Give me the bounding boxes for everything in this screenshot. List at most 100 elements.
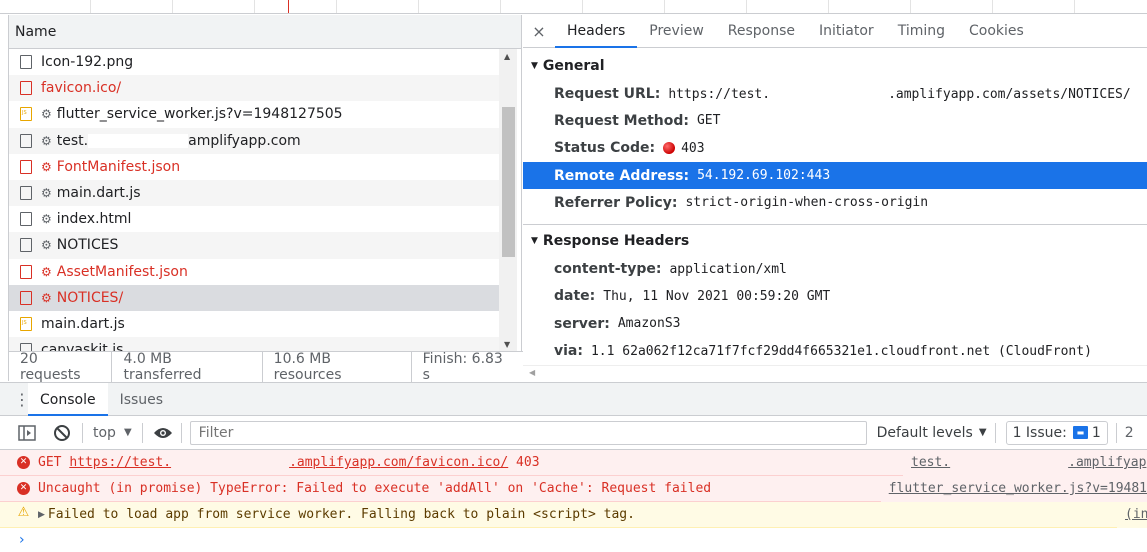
transferred-size: 4.0 MB transferred (112, 350, 263, 383)
warning-icon: ⚠ (17, 505, 30, 520)
tab-cookies[interactable]: Cookies (957, 15, 1036, 48)
drawer-tab-console[interactable]: Console (28, 382, 108, 416)
scroll-down-arrow-icon[interactable]: ▼ (504, 340, 510, 349)
request-count: 20 requests (9, 350, 113, 383)
request-list-scrollbar[interactable]: ▲ ▼ (499, 49, 517, 351)
gear-icon: ⚙ (41, 212, 52, 227)
request-url-value[interactable]: https://test. .amplifyapp.com/assets/NOTI… (668, 86, 1130, 102)
request-row[interactable]: ⚙ main.dart.js (9, 179, 499, 207)
response-header-row: content-type: application/xml (523, 255, 1147, 282)
message-source-link[interactable]: (in (1117, 502, 1147, 528)
header-key: content-type: (554, 261, 662, 278)
collapse-triangle-icon[interactable]: ▼ (531, 236, 538, 246)
header-value[interactable]: 1.1 62a062f12ca71f7fcf29dd4f665321e1.clo… (591, 344, 1092, 359)
general-section-header[interactable]: ▼ General (523, 48, 1147, 80)
gear-icon: ⚙ (41, 290, 52, 305)
detail-horizontal-scrollbar[interactable]: ◀ (523, 365, 1147, 381)
header-value[interactable]: Thu, 11 Nov 2021 00:59:20 GMT (603, 289, 830, 304)
response-header-row: date: Thu, 11 Nov 2021 00:59:20 GMT (523, 283, 1147, 310)
header-value[interactable]: AmazonS3 (618, 316, 681, 331)
name-column-header[interactable]: Name (9, 15, 521, 49)
overflow-counter[interactable]: 2 (1125, 425, 1134, 441)
request-url-link[interactable]: https://test. .amplifyapp.com/favicon.ico… (69, 455, 508, 470)
referrer-policy-value[interactable]: strict-origin-when-cross-origin (685, 195, 928, 210)
header-key: server: (554, 315, 610, 332)
tab-initiator[interactable]: Initiator (807, 15, 886, 48)
tab-timing[interactable]: Timing (886, 15, 957, 48)
eye-icon[interactable] (153, 424, 173, 442)
request-name: flutter_service_worker.js?v=1948127505 (56, 106, 343, 123)
tab-headers[interactable]: Headers (555, 15, 638, 48)
request-row[interactable]: ⚙ NOTICES (9, 232, 499, 259)
script-file-icon (20, 316, 32, 331)
request-row[interactable]: ⚙ AssetManifest.json (9, 258, 499, 285)
request-name: NOTICES/ (56, 289, 124, 306)
request-row[interactable]: Icon-192.png (9, 49, 499, 76)
scrollbar-thumb[interactable] (502, 107, 515, 257)
referrer-policy-row: Referrer Policy: strict-origin-when-cros… (554, 194, 929, 211)
request-row[interactable]: ⚙ NOTICES/ (9, 284, 499, 311)
console-warning-message[interactable]: ⚠ ▶ Failed to load app from service work… (0, 502, 1147, 528)
script-file-icon (20, 107, 32, 122)
console-filter-input[interactable] (189, 420, 867, 445)
expand-triangle-icon[interactable]: ▶ (38, 510, 45, 520)
remote-address-row[interactable]: Remote Address: 54.192.69.102:443 (523, 161, 1147, 190)
context-selector[interactable]: top ▼ (93, 425, 132, 441)
scroll-up-arrow-icon[interactable]: ▲ (504, 52, 510, 61)
file-icon (20, 186, 32, 201)
kebab-menu-icon[interactable]: ⋮ (0, 390, 30, 409)
header-key: date: (554, 288, 596, 305)
issues-counter-button[interactable]: 1 Issue: ▬ 1 (1005, 420, 1108, 445)
sidebar-toggle-icon[interactable] (17, 424, 37, 442)
request-list-panel: Name Icon-192.png favicon.ico/ ⚙ flutter_se… (8, 15, 523, 383)
file-icon (20, 290, 32, 305)
console-error-message[interactable]: ✕ Uncaught (in promise) TypeError: Faile… (0, 476, 1147, 502)
issue-flag-icon: ▬ (1072, 426, 1088, 439)
detail-tab-bar: × Headers Preview Response Initiator Timing C… (523, 15, 1147, 48)
console-prompt[interactable]: › (0, 528, 1147, 552)
request-name-suffix: amplifyapp.com (188, 132, 301, 149)
headers-view: ▼ General Request URL: https://test. .ampl… (523, 48, 1147, 365)
drawer-tab-issues[interactable]: Issues (108, 383, 176, 416)
request-row[interactable]: canvaskit.js (9, 337, 499, 351)
request-row[interactable]: favicon.ico/ (9, 75, 499, 102)
tab-preview[interactable]: Preview (637, 15, 716, 48)
status-code-value[interactable]: 403 (681, 141, 704, 156)
request-row[interactable]: ⚙ flutter_service_worker.js?v=1948127505 (9, 101, 499, 128)
status-code-row: Status Code: 403 (554, 140, 705, 157)
request-row[interactable]: main.dart.js (9, 310, 499, 338)
name-column-label: Name (15, 24, 57, 40)
collapse-triangle-icon[interactable]: ▼ (531, 61, 538, 71)
gear-icon: ⚙ (41, 159, 52, 174)
network-waterfall-overview[interactable] (0, 0, 1147, 14)
message-source-link[interactable]: test. .amplifyap (903, 450, 1147, 476)
close-icon[interactable]: × (523, 22, 555, 41)
request-name: favicon.ico/ (41, 80, 122, 97)
file-icon (20, 212, 32, 227)
drawer-tab-bar: ⋮ Console Issues (0, 382, 1147, 416)
error-icon: ✕ (17, 456, 30, 469)
console-messages: ✕ GET https://test. .amplifyapp.com/favic… (0, 450, 1147, 552)
tab-response[interactable]: Response (716, 15, 807, 48)
remote-address-value[interactable]: 54.192.69.102:443 (697, 168, 830, 183)
header-value[interactable]: application/xml (669, 262, 786, 277)
finish-time: Finish: 6.83 s (422, 350, 503, 383)
console-error-message[interactable]: ✕ GET https://test. .amplifyapp.com/favic… (0, 450, 1147, 476)
dropdown-arrow-icon: ▼ (978, 427, 987, 438)
gear-icon: ⚙ (41, 107, 52, 122)
dropdown-arrow-icon: ▼ (123, 427, 132, 438)
log-levels-dropdown[interactable]: Default levels ▼ (877, 425, 987, 441)
response-header-row: via: 1.1 62a062f12ca71f7fcf29dd4f665321e1… (523, 337, 1147, 364)
request-method-value[interactable]: GET (697, 113, 720, 128)
console-toolbar: top ▼ Default levels ▼ 1 Issue: ▬ 1 2 (0, 416, 1147, 450)
request-name: main.dart.js (56, 185, 141, 202)
clear-console-icon[interactable] (52, 424, 72, 442)
request-row[interactable]: ⚙ FontManifest.json (9, 153, 499, 180)
message-source-link[interactable]: flutter_service_worker.js?v=19481 (880, 476, 1147, 502)
request-detail-panel: × Headers Preview Response Initiator Timing C… (523, 15, 1147, 381)
status-dot-icon (663, 142, 676, 155)
request-row[interactable]: ⚙ index.html (9, 206, 499, 233)
request-row[interactable]: ⚙ test. amplifyapp.com (9, 127, 499, 154)
response-headers-section-header[interactable]: ▼ Response Headers (523, 225, 1147, 255)
scroll-left-arrow-icon[interactable]: ◀ (529, 368, 535, 377)
